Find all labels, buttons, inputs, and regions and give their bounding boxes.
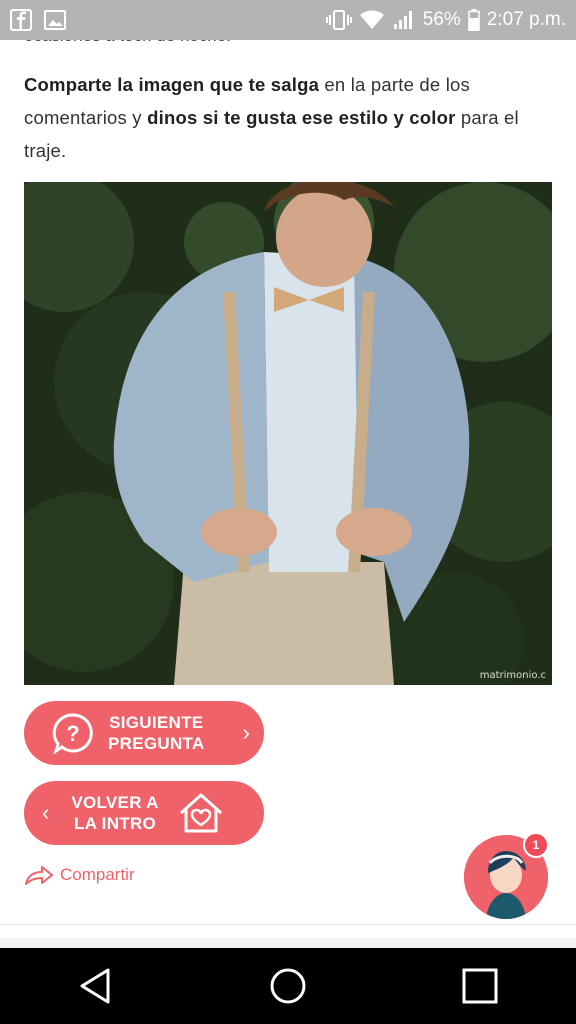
share-icon	[24, 864, 54, 886]
svg-text:?: ?	[66, 721, 79, 746]
question-icon: ?	[52, 712, 94, 754]
next-question-button[interactable]: ? SIGUIENTE PREGUNTA ›	[24, 701, 264, 765]
wifi-icon	[359, 10, 385, 30]
battery-icon	[468, 9, 480, 31]
battery-percent: 56%	[422, 9, 461, 30]
footer-strip	[0, 938, 576, 948]
next-question-label: SIGUIENTE PREGUNTA	[108, 713, 205, 753]
home-nav-icon[interactable]	[269, 967, 307, 1005]
signal-icon	[392, 10, 416, 30]
divider	[0, 924, 576, 925]
paragraph-bold-3: dinos si te gusta ese estilo y color	[147, 107, 456, 128]
recents-nav-icon[interactable]	[462, 968, 498, 1004]
gallery-icon	[44, 10, 66, 30]
back-to-intro-button[interactable]: ‹ VOLVER A LA INTRO	[24, 781, 264, 845]
back-to-intro-label: VOLVER A LA INTRO	[71, 793, 159, 833]
facebook-icon	[10, 9, 32, 31]
notification-badge: 1	[523, 832, 549, 858]
chevron-right-icon: ›	[242, 720, 250, 745]
heart-house-icon	[177, 791, 225, 835]
share-link[interactable]: Compartir	[24, 864, 135, 886]
clock: 2:07 p.m.	[486, 9, 566, 30]
status-bar: 56% 2:07 p.m.	[0, 0, 576, 40]
question-paragraph: Comparte la imagen que te salga en la pa…	[24, 68, 554, 167]
system-navigation-bar	[0, 948, 576, 1024]
groom-suit-photo: matrimonio.c	[24, 182, 552, 685]
paragraph-bold-1: Comparte la imagen que te salga	[24, 74, 320, 95]
share-label: Compartir	[60, 865, 135, 884]
photo-credit: matrimonio.c	[479, 670, 546, 681]
vibrate-icon	[325, 9, 352, 31]
chevron-left-icon: ‹	[42, 800, 50, 825]
back-nav-icon[interactable]	[78, 967, 114, 1005]
